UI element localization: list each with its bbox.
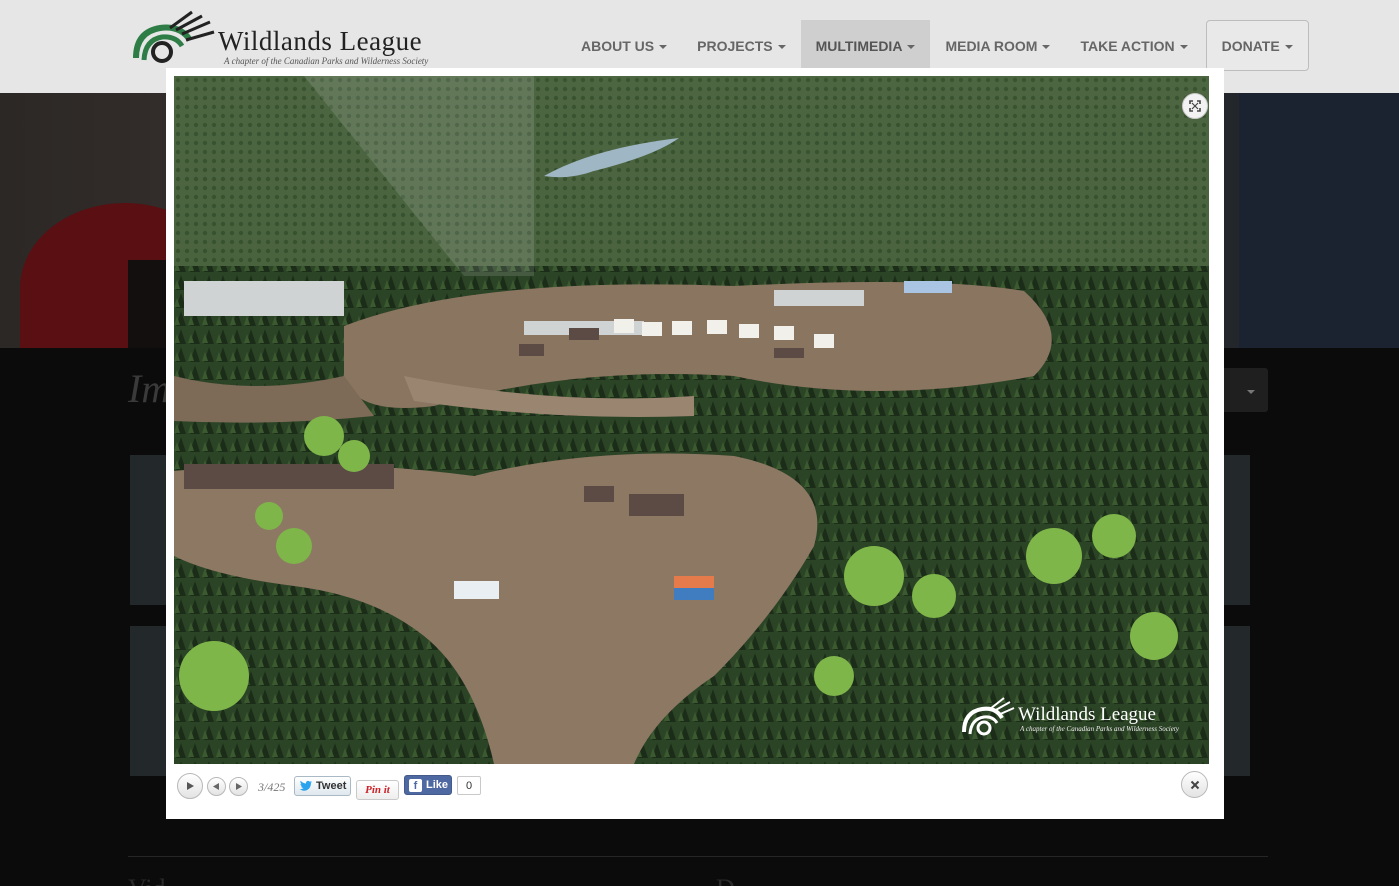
twitter-icon [299, 780, 312, 791]
next-icon [236, 783, 242, 790]
expand-icon [1189, 100, 1201, 112]
lightbox-controls: 3/425 Tweet Pin it f Like 0 [174, 771, 1216, 806]
photo-watermark: Wildlands League A chapter of the Canadi… [960, 694, 1190, 744]
play-icon [187, 782, 194, 790]
close-lightbox-button[interactable] [1181, 771, 1208, 798]
previous-image-button[interactable] [207, 777, 226, 796]
wildlands-logo-mark-icon [962, 697, 1015, 736]
facebook-like-button[interactable]: f Like [404, 775, 452, 795]
tweet-button[interactable]: Tweet [294, 776, 351, 796]
like-label: Like [426, 779, 449, 791]
image-counter: 3/425 [258, 780, 286, 794]
slideshow-play-button[interactable] [177, 773, 203, 799]
close-icon [1190, 780, 1199, 789]
next-image-button[interactable] [229, 777, 248, 796]
lightbox: Wildlands League A chapter of the Canadi… [166, 68, 1224, 819]
tweet-label: Tweet [316, 780, 347, 792]
expand-button[interactable] [1182, 93, 1208, 119]
watermark-name: Wildlands League [1018, 704, 1156, 725]
watermark-tagline: A chapter of the Canadian Parks and Wild… [1020, 725, 1179, 733]
aerial-camp-photo [174, 76, 1209, 764]
like-count: 0 [457, 776, 481, 795]
lightbox-photo[interactable]: Wildlands League A chapter of the Canadi… [174, 76, 1209, 764]
pin-it-button[interactable]: Pin it [356, 780, 399, 800]
pin-label: Pin it [365, 784, 390, 796]
facebook-icon: f [409, 778, 422, 792]
prev-icon [213, 783, 219, 790]
